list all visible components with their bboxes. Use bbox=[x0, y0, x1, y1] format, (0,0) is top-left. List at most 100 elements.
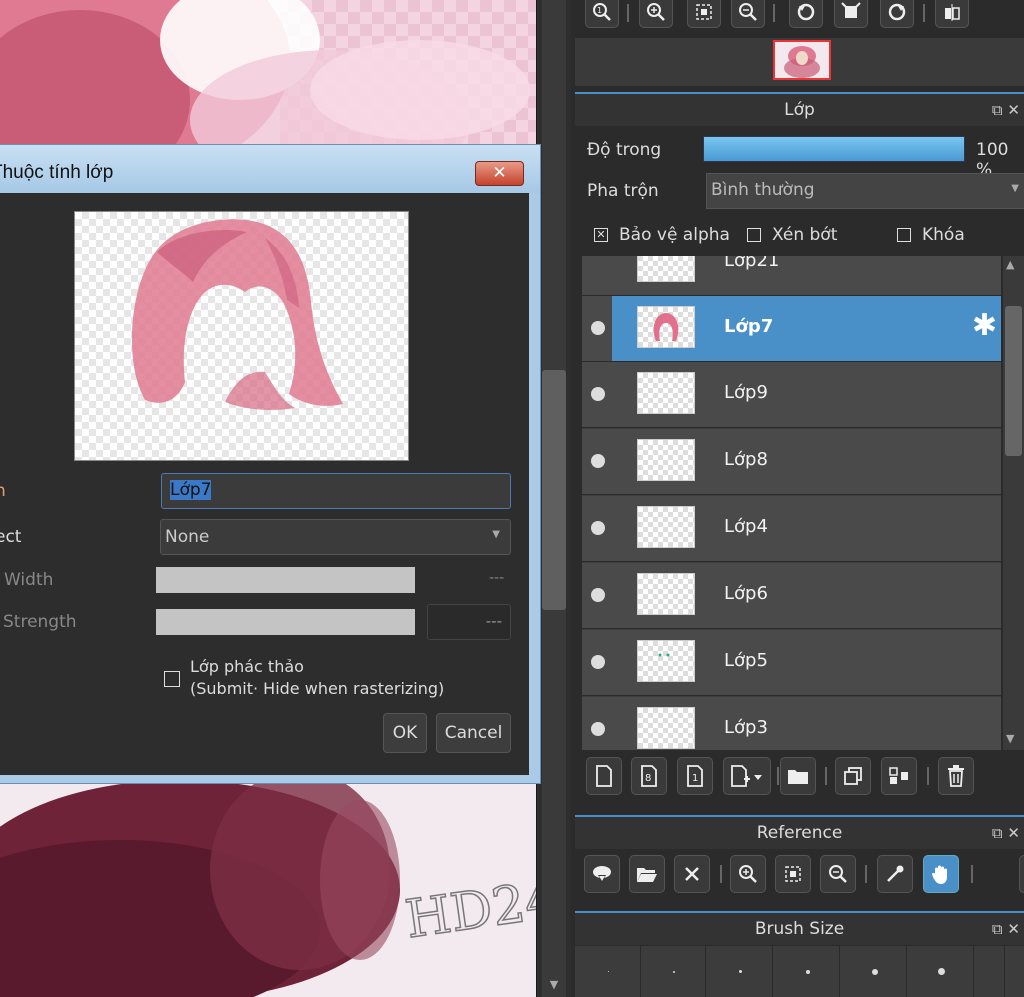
zoom-out-icon[interactable] bbox=[731, 0, 765, 28]
scroll-up-arrow-icon[interactable]: ▲ bbox=[1006, 258, 1014, 271]
rotate-left-icon[interactable] bbox=[789, 0, 823, 28]
close-panel-icon[interactable]: ✕ bbox=[1007, 920, 1020, 938]
ok-button[interactable]: OK bbox=[383, 713, 427, 753]
zoom-in-icon[interactable] bbox=[639, 0, 673, 28]
flip-horizontal-icon[interactable] bbox=[935, 0, 969, 28]
clipping-checkbox[interactable] bbox=[747, 228, 761, 242]
visibility-toggle[interactable] bbox=[591, 521, 605, 535]
svg-text:8: 8 bbox=[645, 773, 651, 784]
new-layer-icon[interactable] bbox=[586, 757, 622, 795]
draft-layer-checkbox[interactable] bbox=[164, 671, 180, 687]
hand-tool-icon[interactable] bbox=[923, 855, 959, 893]
layer-row[interactable]: Lớp9 bbox=[582, 362, 1001, 428]
layer-thumbnail bbox=[637, 506, 695, 548]
popout-icon[interactable]: ⧉ bbox=[992, 920, 1003, 938]
close-panel-icon[interactable]: ✕ bbox=[1007, 824, 1020, 842]
layer-row[interactable]: Lớp8 bbox=[582, 429, 1001, 495]
brush-size-cell[interactable] bbox=[910, 946, 974, 997]
effect-select-value: None bbox=[165, 527, 210, 547]
brush-size-dot bbox=[871, 968, 878, 975]
svg-text:1: 1 bbox=[692, 773, 698, 784]
layer-row[interactable]: Lớp4 bbox=[582, 496, 1001, 562]
brush-size-cell[interactable] bbox=[843, 946, 907, 997]
fit-to-window-icon[interactable] bbox=[687, 0, 721, 28]
navigator-preview[interactable] bbox=[575, 38, 1024, 86]
more-tools-button[interactable] bbox=[1019, 855, 1024, 893]
layer-name-input[interactable]: Lớp7 bbox=[161, 473, 511, 509]
scrollbar-thumb[interactable] bbox=[542, 370, 566, 610]
right-side-panel: 1 Lớp ⧉ ✕ Độ trong 100 % Pha trộn Bình t… bbox=[575, 0, 1024, 997]
layer-list-scrollbar[interactable]: ▲ ▼ bbox=[1003, 256, 1024, 750]
visibility-toggle[interactable] bbox=[591, 722, 605, 736]
toolbar-separator bbox=[923, 4, 925, 22]
lock-checkbox[interactable] bbox=[897, 228, 911, 242]
strength-slider[interactable] bbox=[156, 609, 415, 635]
cloud-download-icon[interactable] bbox=[584, 855, 620, 893]
brush-size-cell[interactable] bbox=[709, 946, 773, 997]
popout-icon[interactable]: ⧉ bbox=[992, 101, 1003, 119]
layer-thumbnail bbox=[637, 573, 695, 615]
scroll-down-arrow-icon[interactable]: ▼ bbox=[1006, 732, 1014, 745]
visibility-toggle[interactable] bbox=[591, 387, 605, 401]
opacity-slider[interactable] bbox=[703, 136, 965, 162]
eyedropper-icon[interactable] bbox=[877, 855, 913, 893]
layer-thumbnail bbox=[637, 256, 695, 282]
merge-down-icon[interactable] bbox=[881, 757, 917, 795]
visibility-toggle[interactable] bbox=[591, 454, 605, 468]
layer-row-selected[interactable]: Lớp7 ✱ bbox=[582, 296, 1001, 362]
brush-size-cell[interactable] bbox=[642, 946, 706, 997]
fit-canvas-icon[interactable] bbox=[834, 0, 868, 28]
open-folder-icon[interactable] bbox=[629, 855, 665, 893]
dialog-body: n Lớp7 ect None ▼ Width --- Strength ---… bbox=[0, 193, 529, 775]
layer-row[interactable]: Lớp5 bbox=[582, 630, 1001, 696]
folder-icon[interactable] bbox=[780, 757, 816, 795]
width-slider[interactable] bbox=[156, 567, 415, 593]
new-8bit-layer-icon[interactable]: 8 bbox=[631, 757, 667, 795]
navigator-thumbnail[interactable] bbox=[773, 40, 831, 80]
protect-alpha-label: Bảo vệ alpha bbox=[619, 225, 730, 245]
strength-value-input[interactable]: --- bbox=[427, 604, 511, 640]
scrollbar-thumb[interactable] bbox=[1005, 306, 1022, 456]
brush-size-cell[interactable] bbox=[577, 946, 641, 997]
layer-name: Lớp3 bbox=[724, 717, 768, 738]
draft-layer-label: Lớp phác thảo bbox=[190, 657, 304, 676]
new-1bit-layer-icon[interactable]: 1 bbox=[677, 757, 713, 795]
zoom-in-icon[interactable] bbox=[730, 855, 766, 893]
duplicate-layer-icon[interactable] bbox=[835, 757, 871, 795]
brush-size-cell[interactable] bbox=[977, 946, 1005, 997]
cancel-button[interactable]: Cancel bbox=[436, 713, 511, 753]
close-panel-icon[interactable]: ✕ bbox=[1007, 101, 1020, 119]
effect-label: ect bbox=[0, 527, 22, 547]
layer-name: Lớp21 bbox=[724, 256, 780, 271]
toolbar-separator bbox=[720, 865, 722, 883]
canvas-vertical-scrollbar[interactable]: ▼ bbox=[536, 0, 571, 997]
brush-size-dot bbox=[938, 968, 945, 975]
popout-icon[interactable]: ⧉ bbox=[992, 824, 1003, 842]
visibility-toggle[interactable] bbox=[591, 588, 605, 602]
layer-row[interactable]: Lớp3 bbox=[582, 697, 1001, 750]
visibility-toggle[interactable] bbox=[591, 655, 605, 669]
visibility-toggle[interactable] bbox=[591, 321, 605, 335]
fit-to-window-icon[interactable] bbox=[775, 855, 811, 893]
svg-text:1: 1 bbox=[597, 6, 602, 15]
brush-size-cell[interactable] bbox=[776, 946, 840, 997]
trash-icon[interactable] bbox=[938, 757, 974, 795]
effect-select[interactable]: None ▼ bbox=[160, 519, 511, 555]
scroll-down-arrow-icon[interactable]: ▼ bbox=[545, 978, 563, 994]
rotate-right-icon[interactable] bbox=[880, 0, 914, 28]
close-button[interactable]: ✕ bbox=[475, 161, 524, 186]
dialog-titlebar[interactable]: Thuộc tính lớp ✕ bbox=[0, 145, 540, 193]
toolbar-separator bbox=[865, 865, 867, 883]
hair-artwork-preview bbox=[131, 219, 343, 410]
close-reference-icon[interactable] bbox=[674, 855, 710, 893]
add-layer-menu-icon[interactable] bbox=[723, 757, 771, 795]
gear-icon[interactable]: ✱ bbox=[972, 311, 997, 341]
layer-row[interactable]: Lớp21 bbox=[582, 256, 1001, 296]
zoom-out-icon[interactable] bbox=[820, 855, 856, 893]
strength-label: Strength bbox=[3, 612, 77, 632]
layer-row[interactable]: Lớp6 bbox=[582, 563, 1001, 629]
layer-list[interactable]: Lớp21 Lớp7 ✱ Lớp9 Lớp8 Lớp4 Lớp6 Lớp5 Lớ… bbox=[582, 256, 1001, 750]
blend-mode-select[interactable]: Bình thường ▼ bbox=[706, 173, 1024, 209]
protect-alpha-checkbox[interactable]: ✕ bbox=[594, 228, 608, 242]
zoom-fit-icon[interactable]: 1 bbox=[585, 0, 619, 28]
